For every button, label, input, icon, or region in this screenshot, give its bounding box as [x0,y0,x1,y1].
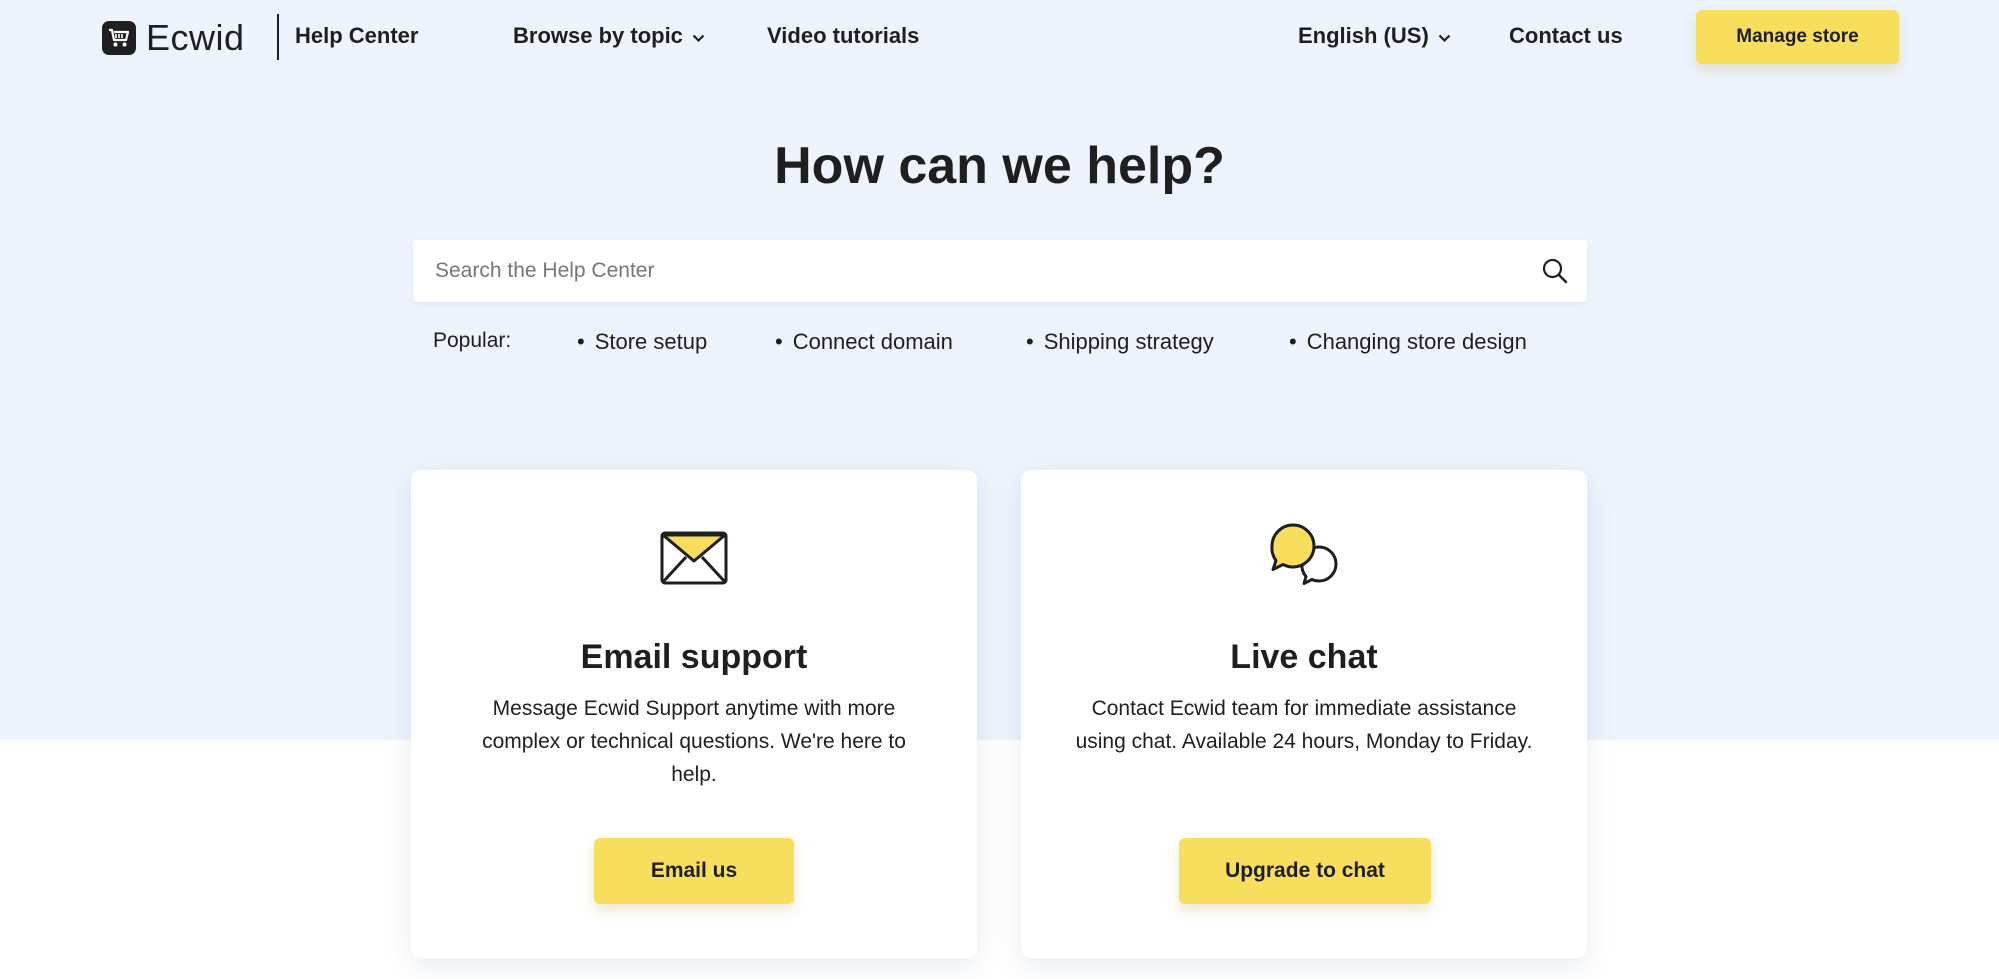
card-description: Contact Ecwid team for immediate assista… [1075,697,1533,753]
search-input[interactable] [413,240,1523,302]
live-chat-card: Live chat Contact Ecwid team for immedia… [1021,470,1587,958]
page-title: How can we help? [774,137,1225,195]
logo-wordmark: Ecwid [146,17,245,58]
logo-divider [277,14,279,60]
card-description: Message Ecwid Support anytime with more … [482,697,906,786]
popular-link-shipping-strategy[interactable]: • Shipping strategy [1026,329,1214,355]
bullet: • [577,329,585,354]
popular-link-label: Connect domain [792,329,953,354]
bullet: • [775,329,783,354]
search-box [413,240,1587,302]
popular-link-changing-store-design[interactable]: • Changing store design [1289,329,1527,355]
site-header: Ecwid Help Center Browse by topic Video … [0,0,1999,74]
nav-contact-label: Contact us [1509,23,1623,48]
chat-bubbles-icon [1268,522,1342,597]
popular-link-label: Store setup [594,329,708,354]
help-center-link[interactable]: Help Center [295,23,418,49]
ecwid-logo[interactable]: Ecwid [102,17,245,58]
popular-link-connect-domain[interactable]: • Connect domain [775,329,953,355]
card-title: Live chat [1230,638,1378,676]
envelope-icon [659,530,729,591]
popular-link-label: Shipping strategy [1043,329,1214,354]
cart-logo-icon [102,21,136,55]
nav-videos-label: Video tutorials [767,23,920,48]
popular-link-label: Changing store design [1306,329,1527,354]
nav-browse-label: Browse by topic [513,23,683,48]
email-us-button[interactable]: Email us [594,838,794,904]
search-icon[interactable] [1541,257,1569,285]
chevron-down-icon [692,23,705,49]
bullet: • [1289,329,1297,354]
bullet: • [1026,329,1034,354]
popular-label: Popular: [433,329,512,352]
hero-background [0,0,1999,740]
upgrade-to-chat-button[interactable]: Upgrade to chat [1179,838,1431,904]
manage-store-button[interactable]: Manage store [1696,10,1899,64]
nav-browse-by-topic[interactable]: Browse by topic [513,23,705,49]
email-support-card: Email support Message Ecwid Support anyt… [411,470,977,958]
language-selector[interactable]: English (US) [1298,23,1451,49]
nav-contact-us[interactable]: Contact us [1509,23,1623,49]
language-label: English (US) [1298,23,1429,48]
nav-video-tutorials[interactable]: Video tutorials [767,23,919,49]
card-title: Email support [580,638,808,676]
popular-link-store-setup[interactable]: • Store setup [577,329,707,355]
chevron-down-icon [1438,23,1451,49]
